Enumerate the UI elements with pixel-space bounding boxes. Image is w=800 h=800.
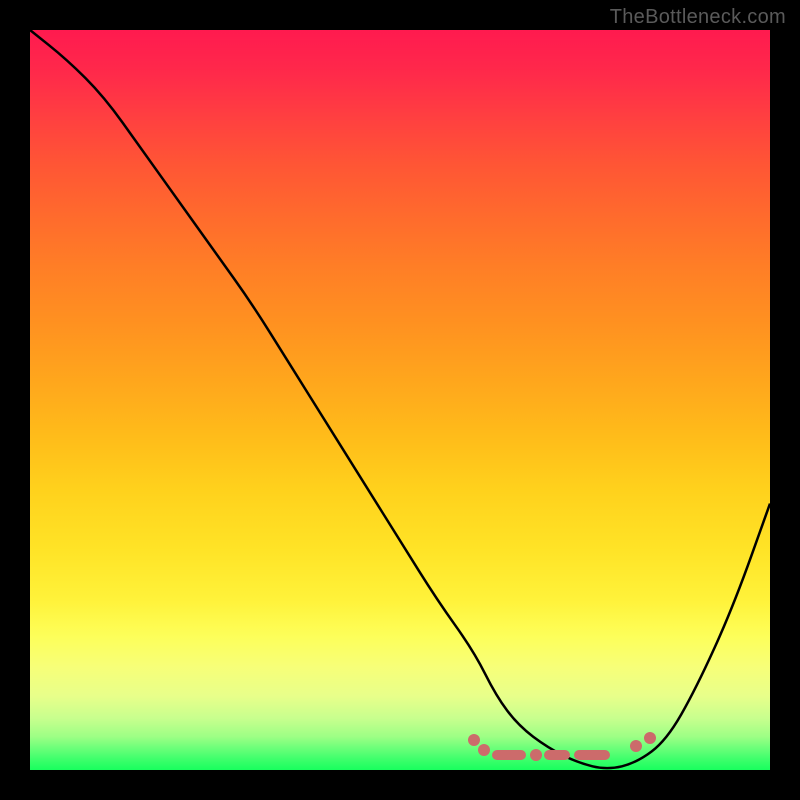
marker-dot (530, 749, 542, 761)
marker-dot (478, 744, 490, 756)
marker-dot (644, 732, 656, 744)
marker-dash (492, 750, 526, 760)
chart-plot-area (30, 30, 770, 770)
floor-marker-zone (30, 730, 770, 770)
marker-dash (574, 750, 610, 760)
marker-dot (630, 740, 642, 752)
watermark-text: TheBottleneck.com (610, 6, 786, 29)
marker-dot (468, 734, 480, 746)
marker-dash (544, 750, 570, 760)
bottleneck-curve (30, 30, 770, 770)
